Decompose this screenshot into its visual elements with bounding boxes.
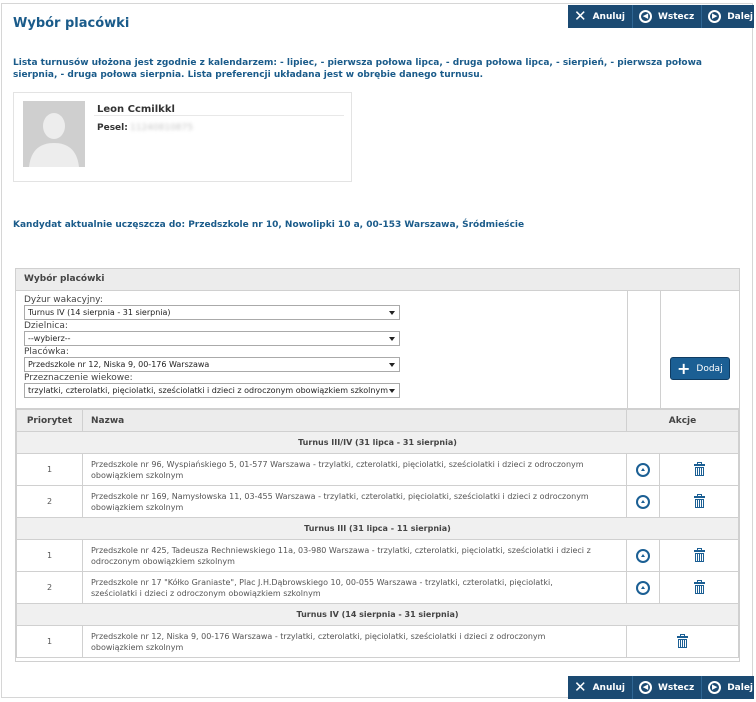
info-text: Lista turnusów ułożona jest zgodnie z ka…	[13, 58, 702, 80]
row-name: Przedszkole nr 17 "Kółko Graniaste", Pla…	[82, 571, 627, 604]
bottom-toolbar: ✕ Anuluj ◀ Wstecz ▶ Dalej	[568, 676, 754, 699]
group-title: Turnus IV (14 sierpnia - 31 sierpnia)	[16, 603, 739, 626]
wiek-label: Przeznaczenie wiekowe:	[24, 373, 133, 383]
dzielnica-value: --wybierz--	[28, 334, 71, 343]
arrow-left-circle-icon: ◀	[638, 681, 652, 694]
col-actions: Akcje	[626, 409, 739, 432]
placowka-value: Przedszkole nr 12, Niska 9, 00-176 Warsz…	[28, 360, 210, 369]
arrow-up-circle-icon[interactable]	[636, 462, 650, 477]
trash-icon[interactable]	[677, 634, 688, 648]
row-name: Przedszkole nr 425, Tadeusza Rechniewski…	[82, 539, 627, 572]
group-title: Turnus III/IV (31 lipca - 31 sierpnia)	[16, 431, 739, 454]
back-label: Wstecz	[657, 11, 695, 22]
close-icon: ✕	[574, 678, 587, 696]
dyzur-value: Turnus IV (14 sierpnia - 31 sierpnia)	[28, 308, 171, 317]
top-toolbar: ✕ Anuluj ◀ Wstecz ▶ Dalej	[568, 5, 754, 28]
table-row: 1 Przedszkole nr 96, Wyspiańskiego 5, 01…	[16, 453, 739, 486]
plus-icon: +	[677, 358, 691, 378]
next-button[interactable]: ▶ Dalej	[702, 676, 756, 699]
trash-icon[interactable]	[693, 580, 705, 594]
candidate-name: Leon Ccmilkkl	[97, 104, 175, 115]
close-icon: ✕	[574, 7, 587, 25]
divider	[660, 291, 661, 409]
cancel-button[interactable]: ✕ Anuluj	[568, 5, 633, 28]
col-name: Nazwa	[82, 409, 627, 432]
cancel-label: Anuluj	[592, 682, 625, 693]
divider	[94, 115, 344, 116]
selection-panel: Wybór placówki Dyżur wakacyjny: Turnus I…	[15, 268, 740, 662]
row-priority: 2	[16, 571, 83, 604]
wiek-value: trzylatki, czterolatki, pięciolatki, sze…	[28, 386, 388, 395]
preferences-table: Priorytet Nazwa Akcje Turnus III/IV (31 …	[16, 409, 739, 658]
back-button[interactable]: ◀ Wstecz	[633, 676, 703, 699]
dyzur-select[interactable]: Turnus IV (14 sierpnia - 31 sierpnia)	[24, 305, 400, 320]
trash-icon[interactable]	[693, 548, 705, 562]
chevron-down-icon	[389, 363, 395, 367]
dyzur-label: Dyżur wakacyjny:	[24, 295, 103, 305]
placowka-label: Placówka:	[24, 347, 69, 357]
cancel-label: Anuluj	[592, 11, 625, 22]
section-title: Wybór placówki	[16, 269, 739, 291]
arrow-right-circle-icon: ▶	[708, 10, 722, 23]
selection-form: Dyżur wakacyjny: Turnus IV (14 sierpnia …	[16, 291, 739, 409]
dzielnica-select[interactable]: --wybierz--	[24, 331, 400, 346]
table-row: 1 Przedszkole nr 425, Tadeusza Rechniews…	[16, 539, 739, 572]
table-row: 1 Przedszkole nr 12, Niska 9, 00-176 War…	[16, 625, 739, 658]
chevron-down-icon	[389, 389, 395, 393]
next-button[interactable]: ▶ Dalej	[702, 5, 756, 28]
user-silhouette-icon	[23, 101, 85, 167]
placowka-select[interactable]: Przedszkole nr 12, Niska 9, 00-176 Warsz…	[24, 357, 400, 372]
pesel-value: 11240810875	[130, 123, 193, 133]
row-priority: 1	[16, 625, 83, 658]
row-priority: 1	[16, 539, 83, 572]
chevron-down-icon	[389, 337, 395, 341]
arrow-up-circle-icon[interactable]	[636, 494, 650, 509]
group-title: Turnus III (31 lipca - 11 sierpnia)	[16, 517, 739, 540]
back-button[interactable]: ◀ Wstecz	[633, 5, 703, 28]
next-label: Dalej	[727, 11, 754, 22]
page-title: Wybór placówki	[13, 16, 130, 31]
pesel-label: Pesel:	[97, 123, 128, 133]
candidate-profile: Leon Ccmilkkl Pesel: 11240810875	[13, 92, 352, 182]
row-priority: 1	[16, 453, 83, 486]
col-priority: Priorytet	[16, 409, 83, 432]
dzielnica-label: Dzielnica:	[24, 321, 68, 331]
add-button[interactable]: + Dodaj	[670, 357, 730, 380]
trash-icon[interactable]	[693, 462, 705, 476]
trash-icon[interactable]	[693, 494, 705, 508]
arrow-up-circle-icon[interactable]	[636, 548, 650, 563]
next-label: Dalej	[727, 682, 754, 693]
arrow-right-circle-icon: ▶	[708, 681, 722, 694]
divider	[627, 291, 628, 409]
table-row: 2 Przedszkole nr 17 "Kółko Graniaste", P…	[16, 571, 739, 604]
wiek-select[interactable]: trzylatki, czterolatki, pięciolatki, sze…	[24, 383, 400, 398]
row-priority: 2	[16, 485, 83, 518]
arrow-left-circle-icon: ◀	[638, 10, 652, 23]
table-row: 2 Przedszkole nr 169, Namysłowska 11, 03…	[16, 485, 739, 518]
add-label: Dodaj	[696, 363, 723, 374]
row-name: Przedszkole nr 12, Niska 9, 00-176 Warsz…	[82, 625, 627, 658]
current-school: Kandydat aktualnie uczęszcza do: Przedsz…	[13, 220, 525, 230]
cancel-button[interactable]: ✕ Anuluj	[568, 676, 633, 699]
arrow-up-circle-icon[interactable]	[636, 580, 650, 595]
row-name: Przedszkole nr 96, Wyspiańskiego 5, 01-5…	[82, 453, 627, 486]
row-name: Przedszkole nr 169, Namysłowska 11, 03-4…	[82, 485, 627, 518]
back-label: Wstecz	[657, 682, 695, 693]
avatar	[23, 101, 85, 167]
chevron-down-icon	[389, 311, 395, 315]
